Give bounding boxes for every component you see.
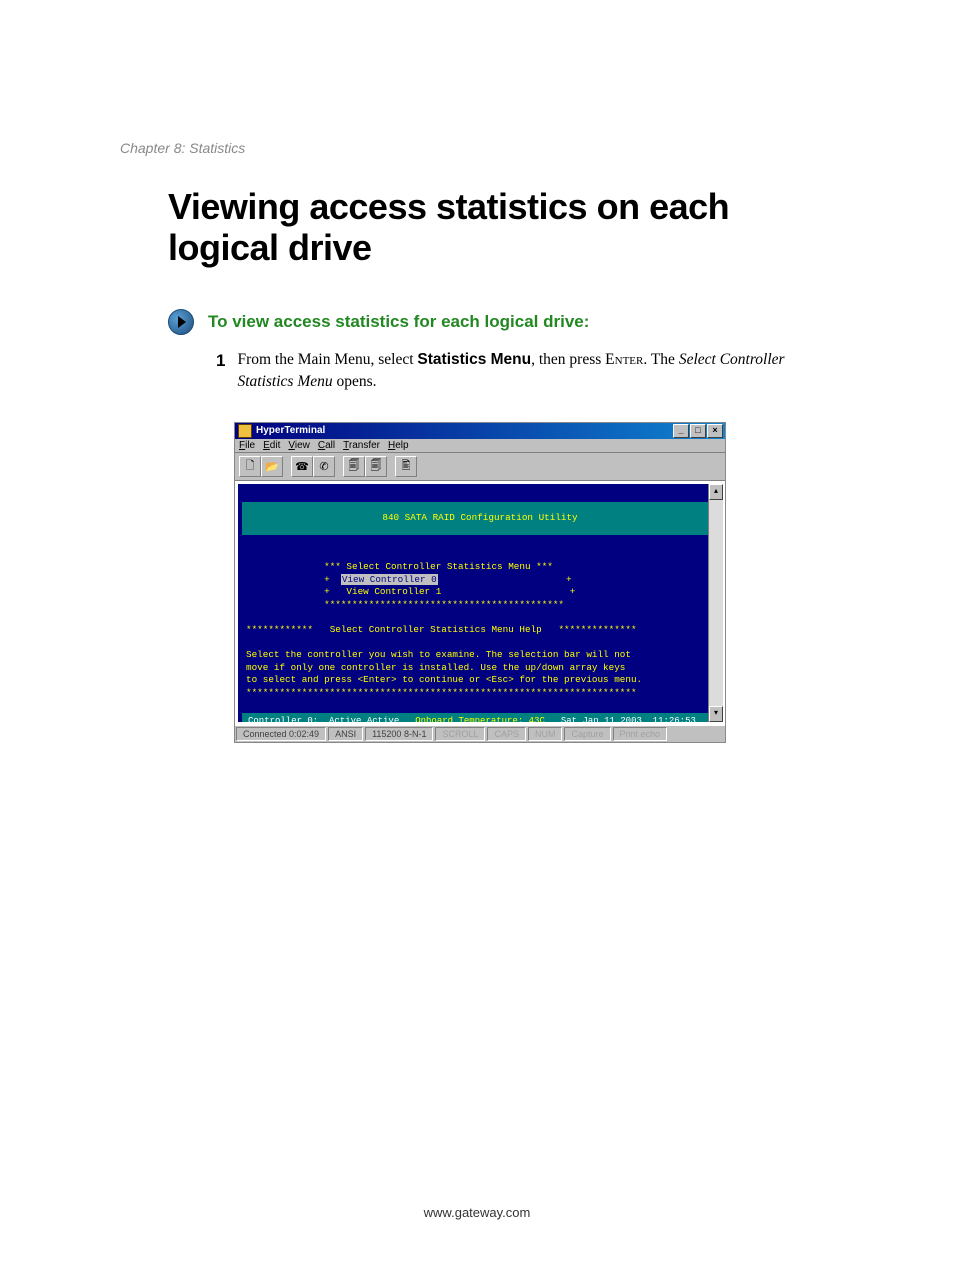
menu-item-selected[interactable]: View Controller 0	[341, 574, 438, 585]
procedure-title: To view access statistics for each logic…	[208, 312, 589, 332]
menu-title: *** Select Controller Statistics Menu **…	[246, 561, 553, 572]
toolbar-hangup-icon[interactable]: ✆	[313, 456, 335, 477]
terminal-screen: 840 SATA RAID Configuration Utility *** …	[238, 484, 722, 722]
status-caps: CAPS	[487, 727, 526, 741]
status-connection: Connected 0:02:49	[236, 727, 326, 741]
menu-help[interactable]: Help	[388, 440, 409, 451]
status-emulation: ANSI	[328, 727, 363, 741]
help-line: to select and press <Enter> to continue …	[246, 674, 642, 685]
toolbar: 🗋 📂 ☎ ✆ 🗐 🗐 🖺	[235, 453, 725, 481]
help-line: move if only one controller is installed…	[246, 662, 625, 673]
menu-edit[interactable]: Edit	[263, 440, 280, 451]
titlebar: HyperTerminal _ □ ×	[235, 423, 725, 439]
toolbar-receive-icon[interactable]: 🗐	[365, 456, 387, 477]
scrollbar-vertical[interactable]: ▴ ▾	[708, 484, 723, 722]
menu-call[interactable]: Call	[318, 440, 335, 451]
hyperterminal-window: HyperTerminal _ □ × File Edit View Call …	[234, 422, 726, 743]
status-capture: Capture	[564, 727, 610, 741]
scroll-up-icon[interactable]: ▴	[709, 484, 723, 500]
app-icon	[238, 424, 252, 438]
help-line: Select the controller you wish to examin…	[246, 649, 631, 660]
statusbar: Connected 0:02:49 ANSI 115200 8-N-1 SCRO…	[235, 725, 725, 742]
maximize-button[interactable]: □	[690, 424, 706, 438]
terminal-header: 840 SATA RAID Configuration Utility	[242, 502, 718, 535]
toolbar-new-icon[interactable]: 🗋	[239, 456, 261, 477]
status-baud: 115200 8-N-1	[365, 727, 433, 741]
menu-item[interactable]: + View Controller 1 +	[246, 586, 575, 597]
status-echo: Print echo	[613, 727, 668, 741]
toolbar-send-icon[interactable]: 🗐	[343, 456, 365, 477]
minimize-button[interactable]: _	[673, 424, 689, 438]
menu-view[interactable]: View	[288, 440, 310, 451]
window-title: HyperTerminal	[256, 425, 325, 436]
help-title: ************ Select Controller Statistic…	[246, 624, 637, 635]
step-1: 1 From the Main Menu, select Statistics …	[216, 349, 834, 394]
footer-url: www.gateway.com	[0, 1205, 954, 1220]
status-num: NUM	[528, 727, 563, 741]
chapter-label: Chapter 8: Statistics	[120, 140, 834, 156]
toolbar-properties-icon[interactable]: 🖺	[395, 456, 417, 477]
menu-file[interactable]: File	[239, 440, 255, 451]
scroll-down-icon[interactable]: ▾	[709, 706, 723, 722]
terminal-status: Controller 0: Active ActiveOnboard Tempe…	[242, 713, 718, 721]
step-body: From the Main Menu, select Statistics Me…	[237, 349, 834, 394]
toolbar-call-icon[interactable]: ☎	[291, 456, 313, 477]
menubar: File Edit View Call Transfer Help	[235, 439, 725, 453]
close-button[interactable]: ×	[707, 424, 723, 438]
toolbar-open-icon[interactable]: 📂	[261, 456, 283, 477]
play-icon	[168, 309, 194, 335]
page-title: Viewing access statistics on each logica…	[168, 186, 834, 269]
menu-transfer[interactable]: Transfer	[343, 440, 380, 451]
step-number: 1	[216, 349, 225, 394]
status-scroll: SCROLL	[435, 727, 485, 741]
